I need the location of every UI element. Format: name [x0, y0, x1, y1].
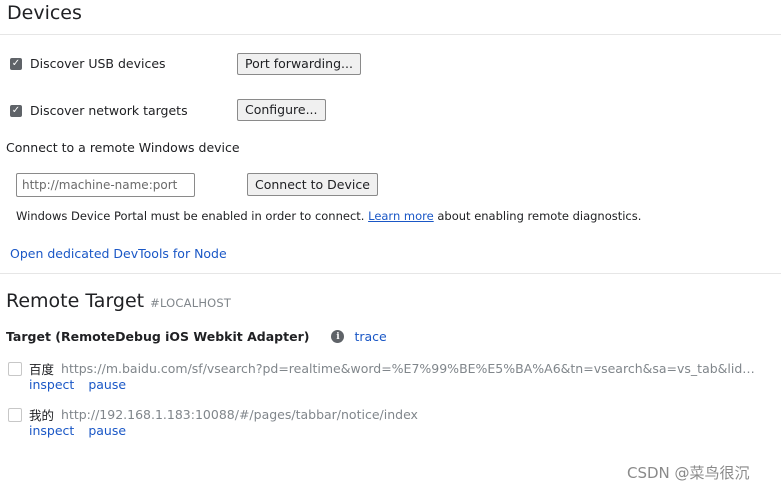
- divider: [0, 34, 781, 35]
- port-forwarding-button[interactable]: Port forwarding...: [237, 53, 361, 75]
- discover-usb-row: ✓ Discover USB devices: [10, 56, 166, 71]
- pause-link[interactable]: pause: [88, 423, 126, 438]
- windows-portal-note: Windows Device Portal must be enabled in…: [16, 209, 641, 223]
- remote-target-header: Remote Target #LOCALHOST: [6, 290, 231, 312]
- discover-network-checkbox[interactable]: ✓: [10, 104, 22, 117]
- discover-usb-checkbox[interactable]: ✓: [10, 57, 22, 70]
- trace-link[interactable]: trace: [354, 329, 386, 344]
- target-item-actions: inspect pause: [29, 423, 126, 438]
- remote-windows-label: Connect to a remote Windows device: [6, 140, 240, 155]
- discover-usb-label: Discover USB devices: [30, 56, 166, 71]
- note-text: Windows Device Portal must be enabled in…: [16, 209, 365, 223]
- target-item-url: https://m.baidu.com/sf/vsearch?pd=realti…: [61, 361, 762, 376]
- target-item-title: 百度: [29, 362, 55, 377]
- remote-target-host: #LOCALHOST: [150, 296, 232, 310]
- inspect-link[interactable]: inspect: [29, 423, 74, 438]
- learn-more-link[interactable]: Learn more: [368, 209, 434, 223]
- connect-to-device-button[interactable]: Connect to Device: [247, 173, 378, 196]
- target-item: 我的 http://192.168.1.183:10088/#/pages/ta…: [8, 405, 768, 424]
- machine-address-input[interactable]: [16, 173, 195, 197]
- remote-target-heading: Remote Target: [6, 290, 145, 312]
- target-item-title: 我的: [29, 408, 55, 423]
- inspect-link[interactable]: inspect: [29, 377, 74, 392]
- open-node-devtools-link[interactable]: Open dedicated DevTools for Node: [10, 246, 227, 261]
- target-item-checkbox[interactable]: [8, 407, 22, 422]
- discover-network-row: ✓ Discover network targets: [10, 103, 188, 118]
- target-item: 百度 https://m.baidu.com/sf/vsearch?pd=rea…: [8, 359, 768, 378]
- target-item-checkbox[interactable]: [8, 361, 22, 376]
- divider: [0, 273, 781, 274]
- target-row: Target (RemoteDebug iOS Webkit Adapter) …: [6, 329, 387, 344]
- pause-link[interactable]: pause: [88, 377, 126, 392]
- target-item-url: http://192.168.1.183:10088/#/pages/tabba…: [61, 407, 418, 422]
- discover-network-label: Discover network targets: [30, 103, 188, 118]
- target-label: Target (RemoteDebug iOS Webkit Adapter): [6, 329, 310, 344]
- info-icon[interactable]: i: [331, 330, 345, 343]
- configure-button[interactable]: Configure...: [237, 99, 326, 121]
- watermark: CSDN @菜鸟很沉: [627, 464, 750, 482]
- devices-heading: Devices: [7, 2, 82, 24]
- note-text-after: about enabling remote diagnostics.: [437, 209, 642, 223]
- target-item-actions: inspect pause: [29, 377, 126, 392]
